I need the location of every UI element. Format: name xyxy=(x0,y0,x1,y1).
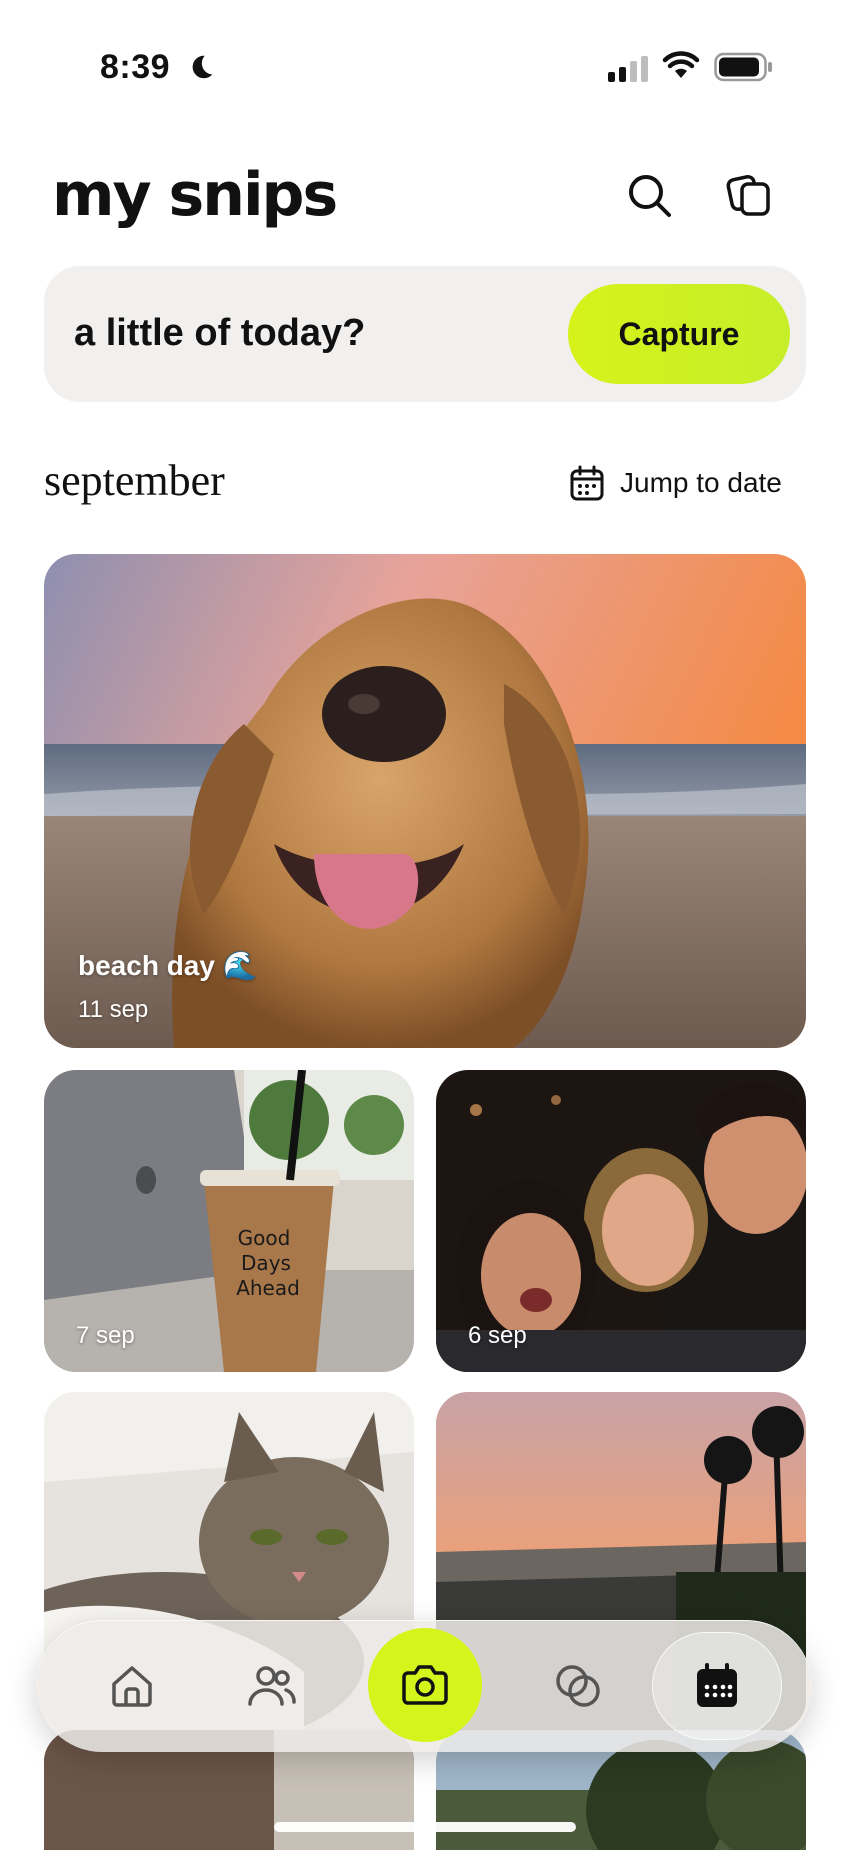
groups-icon xyxy=(556,1665,600,1707)
capture-button[interactable]: Capture xyxy=(568,284,790,384)
friends-icon xyxy=(248,1666,296,1706)
featured-snip-title: beach day 🌊 xyxy=(78,950,258,981)
featured-snip-meta: beach day 🌊 11 sep xyxy=(78,949,258,1024)
status-bar: 8:39 xyxy=(0,0,850,130)
calendar-icon xyxy=(570,465,604,501)
featured-snip-date: 11 sep xyxy=(78,996,149,1023)
snip-card-featured[interactable]: beach day 🌊 11 sep xyxy=(44,554,806,1048)
home-indicator xyxy=(274,1822,576,1832)
camera-icon xyxy=(402,1665,448,1705)
battery-icon xyxy=(714,52,772,82)
bottom-tab-bar xyxy=(36,1620,812,1752)
snip-card[interactable]: 6 sep xyxy=(436,1070,806,1372)
tab-camera[interactable] xyxy=(368,1628,482,1742)
svg-text:Days: Days xyxy=(241,1251,291,1275)
svg-text:Good: Good xyxy=(238,1226,291,1250)
wifi-icon xyxy=(662,51,700,78)
page-title: my snips xyxy=(52,160,338,230)
cellular-signal-icon xyxy=(608,56,648,82)
capture-prompt-text: a little of today? xyxy=(74,312,366,354)
jump-to-date-label: Jump to date xyxy=(620,467,782,498)
status-time: 8:39 xyxy=(100,48,171,86)
capture-prompt-bar: a little of today? Capture xyxy=(44,266,806,402)
cards-icon xyxy=(726,174,770,216)
tab-friends[interactable] xyxy=(232,1646,312,1726)
tab-home[interactable] xyxy=(92,1646,172,1726)
jump-to-date-button[interactable]: Jump to date xyxy=(570,462,782,504)
snip-date: 7 sep xyxy=(76,1322,135,1349)
search-icon xyxy=(629,175,671,217)
home-icon xyxy=(112,1666,152,1707)
tab-calendar[interactable] xyxy=(652,1632,782,1740)
svg-text:Ahead: Ahead xyxy=(236,1276,300,1300)
month-heading: september xyxy=(44,456,225,505)
snip-date: 6 sep xyxy=(468,1322,527,1349)
switch-view-button[interactable] xyxy=(722,168,778,224)
calendar-icon xyxy=(697,1663,737,1707)
snip-card[interactable]: Good Days Ahead 7 sep xyxy=(44,1070,414,1372)
moon-icon xyxy=(192,55,213,79)
tab-groups[interactable] xyxy=(538,1646,618,1726)
search-button[interactable] xyxy=(622,168,678,224)
